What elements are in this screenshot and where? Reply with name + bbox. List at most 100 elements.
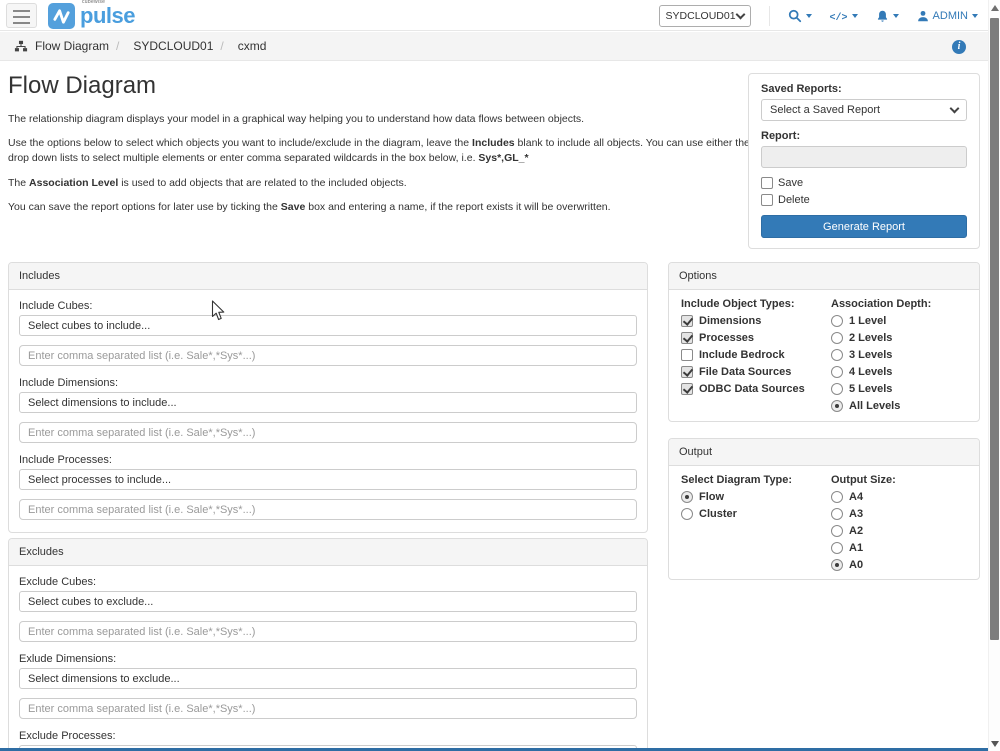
radio[interactable]	[831, 349, 843, 361]
checkbox[interactable]	[681, 383, 693, 395]
breadcrumb-item-flow-diagram[interactable]: Flow Diagram	[35, 39, 109, 53]
includes-panel: Includes Include Cubes: Select cubes to …	[8, 262, 648, 533]
radio-a4[interactable]: A4	[831, 491, 967, 503]
report-name-input[interactable]	[761, 146, 967, 168]
nav-divider	[769, 6, 770, 26]
radio-2-levels[interactable]: 2 Levels	[831, 332, 967, 344]
radio-5-levels[interactable]: 5 Levels	[831, 383, 967, 395]
breadcrumb-item-instance[interactable]: cxmd	[238, 39, 267, 53]
options-panel-title: Options	[669, 263, 979, 290]
brand-superscript: cubewise	[82, 0, 105, 5]
code-dropdown[interactable]	[830, 7, 858, 25]
association-depth-column: Association Depth: 1 Level 2 Levels 3 Le…	[831, 298, 967, 417]
exclude-dimensions-label: Exlude Dimensions:	[19, 653, 637, 665]
include-dimensions-select[interactable]: Select dimensions to include...	[19, 392, 637, 413]
radio-4-levels[interactable]: 4 Levels	[831, 366, 967, 378]
caret-down-icon	[806, 14, 812, 18]
radio[interactable]	[681, 508, 693, 520]
admin-username: ADMIN	[933, 10, 968, 22]
include-object-types-label: Include Object Types:	[681, 298, 831, 310]
vertical-scrollbar[interactable]	[988, 0, 1000, 751]
excludes-panel-title: Excludes	[9, 539, 647, 566]
intro-paragraph-3: The Association Level is used to add obj…	[8, 176, 753, 191]
radio-3-levels[interactable]: 3 Levels	[831, 349, 967, 361]
breadcrumb-separator: /	[116, 39, 119, 53]
radio-a1[interactable]: A1	[831, 542, 967, 554]
save-checkbox-label: Save	[778, 177, 803, 189]
info-icon[interactable]	[952, 40, 966, 54]
saved-reports-label: Saved Reports:	[761, 83, 967, 95]
scrollbar-down-arrow-icon[interactable]	[991, 741, 999, 747]
intro-paragraph-4: You can save the report options for late…	[8, 200, 753, 215]
flow-diagram-page: cubewise pulse SYDCLOUD01	[0, 0, 1000, 751]
checkbox-dimensions[interactable]: Dimensions	[681, 315, 831, 327]
checkbox[interactable]	[681, 366, 693, 378]
save-checkbox-row[interactable]: Save	[761, 177, 967, 189]
radio[interactable]	[831, 525, 843, 537]
radio-1-level[interactable]: 1 Level	[831, 315, 967, 327]
search-dropdown[interactable]	[788, 9, 812, 23]
server-select[interactable]: SYDCLOUD01	[659, 5, 751, 27]
radio[interactable]	[831, 559, 843, 571]
output-size-column: Output Size: A4 A3 A2 A1	[831, 474, 967, 576]
radio-a0[interactable]: A0	[831, 559, 967, 571]
checkbox-include-bedrock[interactable]: Include Bedrock	[681, 349, 831, 361]
radio-a3[interactable]: A3	[831, 508, 967, 520]
user-dropdown[interactable]: ADMIN	[917, 10, 978, 22]
include-cubes-wildcard-input[interactable]	[19, 345, 637, 366]
diagram-type-label: Select Diagram Type:	[681, 474, 831, 486]
saved-report-select[interactable]: Select a Saved Report	[761, 99, 967, 121]
include-processes-select[interactable]: Select processes to include...	[19, 469, 637, 490]
delete-checkbox-row[interactable]: Delete	[761, 194, 967, 206]
radio-all-levels[interactable]: All Levels	[831, 400, 967, 412]
generate-report-button[interactable]: Generate Report	[761, 215, 967, 238]
top-navigation: SYDCLOUD01	[659, 0, 978, 31]
radio-cluster[interactable]: Cluster	[681, 508, 831, 520]
radio[interactable]	[831, 332, 843, 344]
caret-down-icon	[972, 14, 978, 18]
chevron-down-icon	[950, 104, 960, 114]
exclude-cubes-select[interactable]: Select cubes to exclude...	[19, 591, 637, 612]
radio[interactable]	[831, 508, 843, 520]
exclude-dimensions-wildcard-input[interactable]	[19, 698, 637, 719]
radio[interactable]	[831, 491, 843, 503]
radio[interactable]	[831, 315, 843, 327]
include-cubes-label: Include Cubes:	[19, 300, 637, 312]
save-checkbox[interactable]	[761, 177, 773, 189]
brand-name: pulse	[80, 3, 135, 28]
brand-logo[interactable]: cubewise pulse	[48, 2, 135, 30]
exclude-cubes-label: Exclude Cubes:	[19, 576, 637, 588]
intro-paragraph-1: The relationship diagram displays your m…	[8, 112, 753, 127]
radio[interactable]	[831, 542, 843, 554]
exclude-dimensions-select[interactable]: Select dimensions to exclude...	[19, 668, 637, 689]
radio[interactable]	[831, 383, 843, 395]
exclude-processes-label: Exclude Processes:	[19, 730, 637, 742]
checkbox[interactable]	[681, 332, 693, 344]
radio-flow[interactable]: Flow	[681, 491, 831, 503]
radio-a2[interactable]: A2	[831, 525, 967, 537]
include-cubes-select[interactable]: Select cubes to include...	[19, 315, 637, 336]
include-dimensions-wildcard-input[interactable]	[19, 422, 637, 443]
breadcrumb-item-server[interactable]: SYDCLOUD01	[133, 39, 213, 53]
delete-checkbox-label: Delete	[778, 194, 810, 206]
radio[interactable]	[831, 366, 843, 378]
saved-report-select-value: Select a Saved Report	[770, 104, 880, 116]
caret-down-icon	[893, 14, 899, 18]
checkbox-file-data-sources[interactable]: File Data Sources	[681, 366, 831, 378]
breadcrumb-separator: /	[220, 39, 223, 53]
output-size-label: Output Size:	[831, 474, 967, 486]
include-processes-wildcard-input[interactable]	[19, 499, 637, 520]
radio[interactable]	[831, 400, 843, 412]
checkbox[interactable]	[681, 315, 693, 327]
scrollbar-thumb[interactable]	[990, 18, 999, 640]
scrollbar-up-arrow-icon[interactable]	[991, 5, 999, 11]
exclude-cubes-wildcard-input[interactable]	[19, 621, 637, 642]
checkbox-odbc-data-sources[interactable]: ODBC Data Sources	[681, 383, 831, 395]
notifications-dropdown[interactable]	[876, 9, 899, 23]
checkbox-processes[interactable]: Processes	[681, 332, 831, 344]
radio[interactable]	[681, 491, 693, 503]
delete-checkbox[interactable]	[761, 194, 773, 206]
association-depth-label: Association Depth:	[831, 298, 967, 310]
checkbox[interactable]	[681, 349, 693, 361]
hamburger-menu-button[interactable]	[6, 3, 37, 28]
